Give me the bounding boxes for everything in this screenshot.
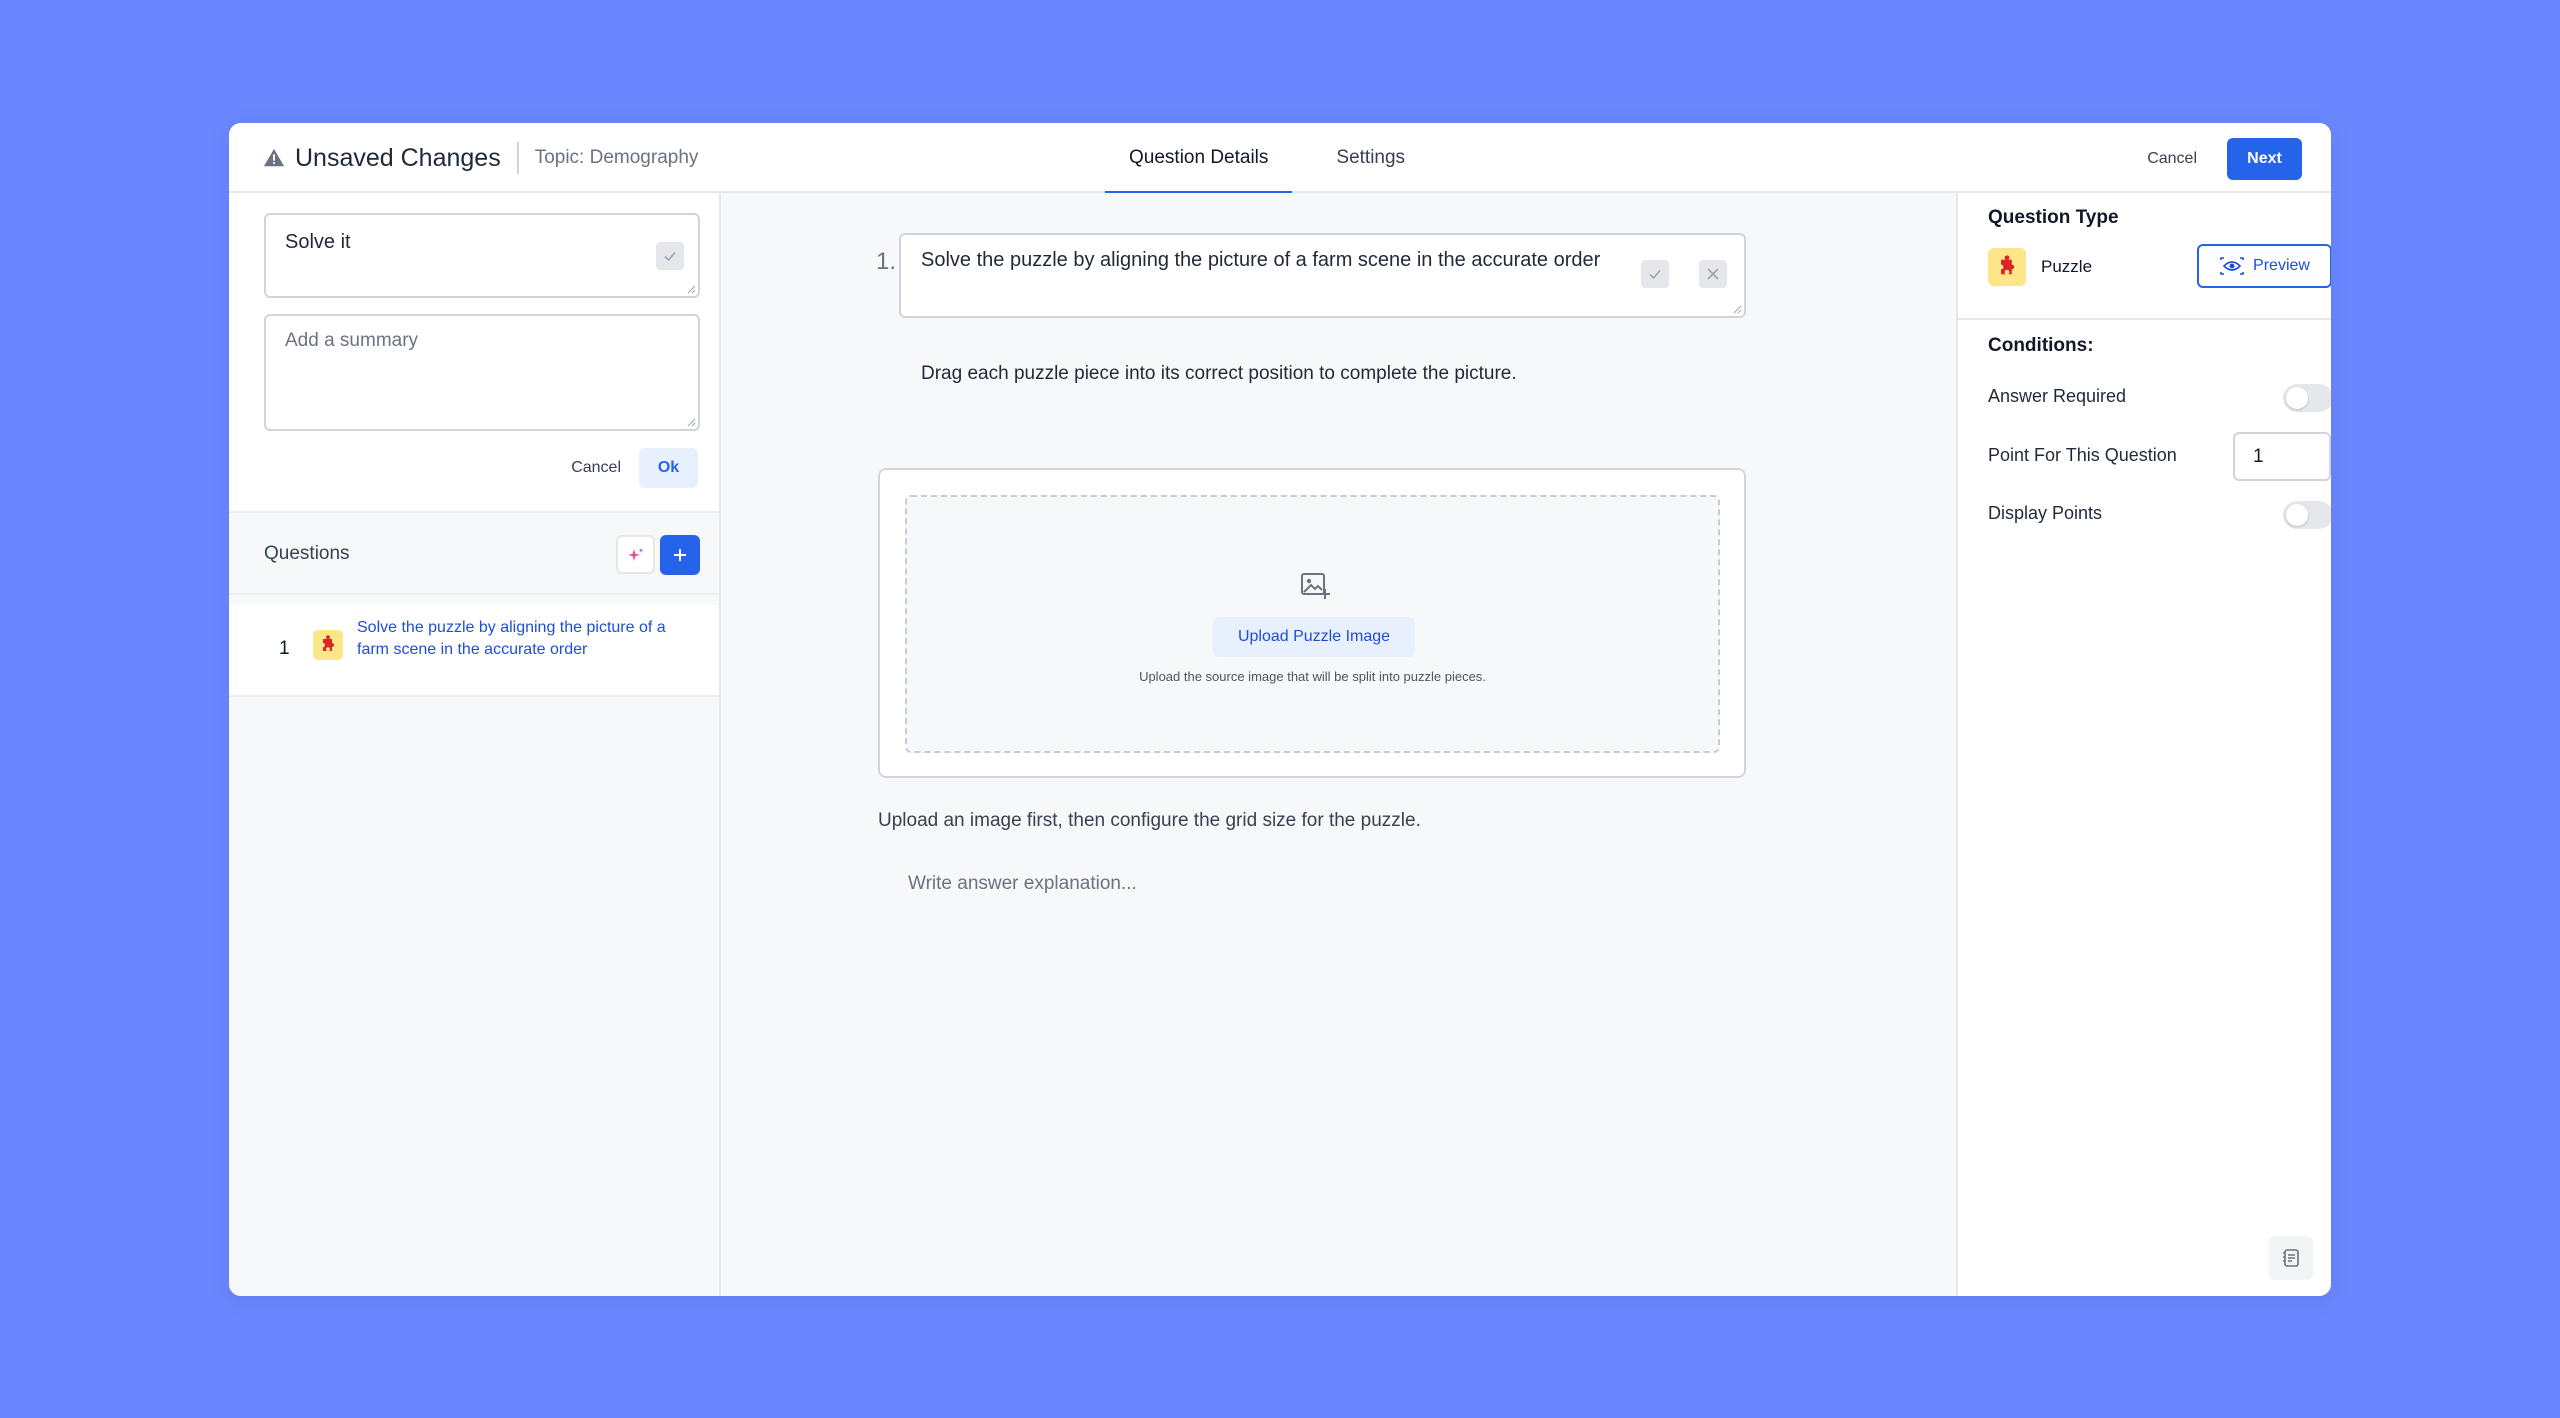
image-upload-icon: [1301, 573, 1330, 599]
top-header: Unsaved Changes Topic: Demography Questi…: [229, 123, 2331, 195]
right-panel: Question Type Puzzle Preview Conditions:…: [1956, 193, 2331, 1296]
add-question-button[interactable]: [660, 535, 700, 575]
confirm-question-button[interactable]: [1641, 260, 1669, 288]
check-icon: [664, 251, 676, 262]
question-number-label: 1.: [876, 248, 897, 275]
header-actions: Cancel Next: [2127, 138, 2302, 180]
question-list-item[interactable]: 1 Solve the puzzle by aligning the pictu…: [229, 605, 719, 697]
close-icon: [1707, 268, 1719, 280]
sparkle-icon: [627, 547, 643, 561]
display-points-label: Display Points: [1988, 503, 2103, 523]
header-left: Unsaved Changes Topic: Demography: [263, 123, 698, 193]
unsaved-changes-title: Unsaved Changes: [295, 143, 501, 172]
preview-label: Preview: [2253, 257, 2310, 274]
tab-question-details[interactable]: Question Details: [1105, 123, 1293, 195]
summary-cancel-button[interactable]: Cancel: [571, 459, 621, 477]
question-type-label: Question Type: [1988, 207, 2119, 228]
eye-icon: [2220, 257, 2244, 275]
plus-icon: [674, 549, 686, 561]
tab-settings[interactable]: Settings: [1312, 123, 1429, 193]
check-icon: [1649, 269, 1661, 280]
next-button[interactable]: Next: [2227, 138, 2302, 180]
resize-handle-icon[interactable]: [686, 284, 696, 294]
cancel-button[interactable]: Cancel: [2127, 140, 2217, 178]
ai-generate-button[interactable]: [616, 535, 655, 574]
question-editor: 1. Solve the puzzle by aligning the pict…: [721, 193, 1956, 1296]
notes-button[interactable]: [2269, 1236, 2313, 1280]
questions-header: Questions: [229, 515, 719, 595]
answer-required-toggle[interactable]: [2283, 384, 2331, 412]
question-type-name: Puzzle: [2041, 257, 2093, 276]
question-editor-window: Unsaved Changes Topic: Demography Questi…: [229, 123, 2331, 1296]
summary-ok-button[interactable]: Ok: [639, 448, 698, 488]
confirm-title-button[interactable]: [656, 242, 684, 270]
topic-label: Topic: Demography: [534, 147, 699, 168]
points-label: Point For This Question: [1988, 445, 2177, 465]
upload-puzzle-image-button[interactable]: Upload Puzzle Image: [1213, 617, 1415, 657]
upload-hint: Upload the source image that will be spl…: [1139, 669, 1486, 684]
left-panel: Solve it Add a summary Cancel Ok Questio…: [229, 193, 721, 1296]
summary-placeholder: Add a summary: [285, 330, 419, 351]
summary-field[interactable]: Add a summary: [264, 314, 700, 431]
questions-label: Questions: [264, 543, 350, 564]
notes-icon: [2283, 1249, 2299, 1267]
resize-handle-icon[interactable]: [686, 417, 696, 427]
upload-card: Upload Puzzle Image Upload the source im…: [878, 468, 1746, 778]
right-divider: [1958, 318, 2331, 320]
header-separator: [516, 142, 519, 174]
tab-bar: Question Details Settings: [1105, 123, 1429, 195]
instruction-text: Drag each puzzle piece into its correct …: [921, 363, 1517, 384]
title-field[interactable]: Solve it: [264, 213, 700, 298]
question-text: Solve the puzzle by aligning the picture…: [921, 249, 1601, 271]
question-list-text: Solve the puzzle by aligning the picture…: [357, 619, 666, 658]
summary-actions: Cancel Ok: [571, 448, 698, 488]
puzzle-icon: [313, 630, 343, 660]
puzzle-icon: [1988, 248, 2026, 286]
question-text-field[interactable]: Solve the puzzle by aligning the picture…: [899, 233, 1746, 318]
preview-button[interactable]: Preview: [2197, 244, 2331, 288]
display-points-toggle[interactable]: [2283, 501, 2331, 529]
title-value: Solve it: [285, 231, 351, 253]
warning-icon: [263, 148, 285, 167]
quiz-info-section: Solve it Add a summary Cancel Ok: [229, 193, 719, 513]
grid-size-note: Upload an image first, then configure th…: [878, 810, 1421, 831]
discard-question-button[interactable]: [1699, 260, 1727, 288]
question-number: 1: [279, 638, 290, 659]
points-input[interactable]: [2233, 432, 2331, 481]
resize-handle-icon[interactable]: [1732, 304, 1742, 314]
answer-required-label: Answer Required: [1988, 386, 2127, 406]
image-dropzone[interactable]: Upload Puzzle Image Upload the source im…: [905, 495, 1720, 753]
answer-explanation-field[interactable]: Write answer explanation...: [908, 873, 1137, 895]
conditions-label: Conditions:: [1988, 335, 2094, 356]
